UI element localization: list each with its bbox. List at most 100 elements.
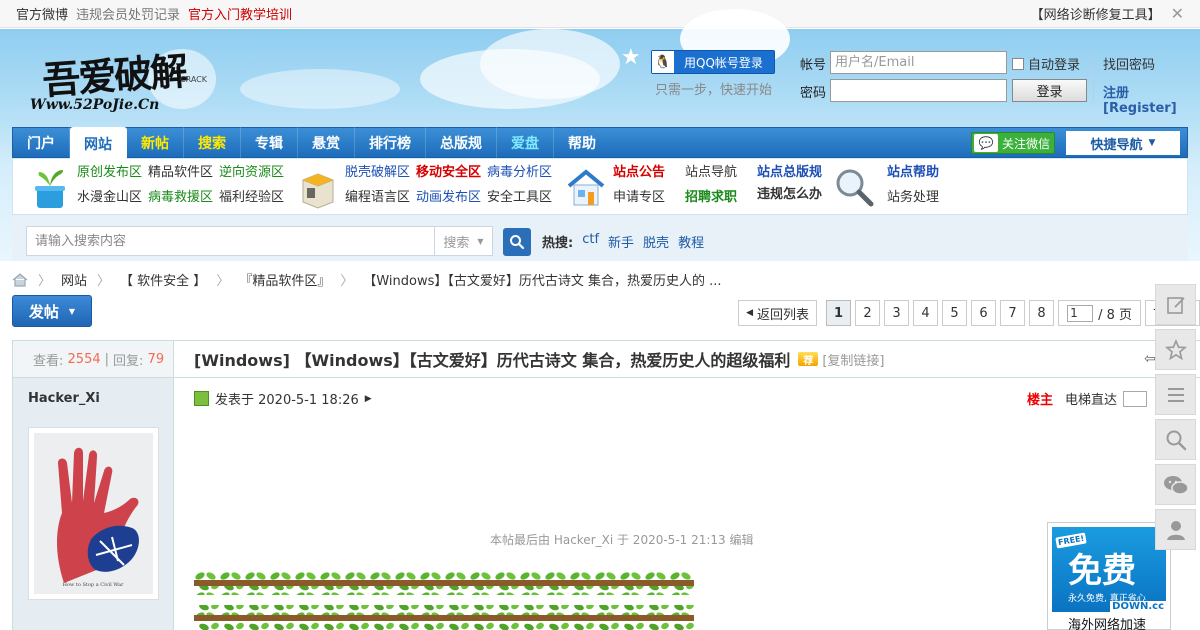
subnav-mobile-security[interactable]: 移动安全区 (416, 164, 481, 185)
subnav-jobs[interactable]: 招聘求职 (685, 189, 737, 210)
nav-aipan[interactable]: 爱盘 (497, 127, 554, 158)
subnav-site-rules[interactable]: 站点总版规 (757, 164, 822, 182)
new-post-button[interactable]: 发帖 ▼ (12, 295, 92, 327)
top-bar: 官方微博 违规会员处罚记录 官方入门教学培训 【网络诊断修复工具】 ✕ (0, 0, 1200, 28)
page-link[interactable]: 7 (1000, 300, 1026, 326)
top-links: 官方微博 违规会员处罚记录 官方入门教学培训 (16, 4, 292, 23)
close-icon[interactable]: ✕ (1171, 4, 1184, 23)
home-icon[interactable] (12, 272, 28, 287)
search-icon[interactable] (1155, 419, 1196, 460)
nav-albums[interactable]: 专辑 (241, 127, 298, 158)
hot-search-term[interactable]: 教程 (678, 232, 704, 251)
page-link[interactable]: 3 (884, 300, 910, 326)
subnav-original[interactable]: 原创发布区 (77, 164, 142, 185)
checkbox-box[interactable] (1012, 57, 1024, 70)
star-icon[interactable] (1155, 329, 1196, 370)
avatar[interactable]: How to Stop a Civil War (28, 427, 159, 600)
top-link-violations[interactable]: 违规会员处罚记录 (76, 4, 180, 23)
breadcrumb-item[interactable]: 【 软件安全 】 (120, 270, 206, 289)
arrow-left-icon[interactable]: ⇦ (1144, 351, 1156, 367)
search-input[interactable] (27, 227, 434, 255)
breadcrumb-item[interactable]: 【Windows】【古文爱好】历代古诗文 集合，热爱历史人的 ... (363, 270, 721, 289)
floor-jump-input[interactable] (1123, 390, 1148, 407)
follow-wechat-label: 关注微信 (1002, 136, 1051, 151)
pagination: ◀ 返回列表 1 2 3 4 5 6 7 8 1 / 8 页 下一页 (738, 300, 1200, 326)
top-link-weibo[interactable]: 官方微博 (16, 4, 68, 23)
follow-wechat-button[interactable]: 💬 关注微信 (971, 132, 1055, 154)
subnav-unpack[interactable]: 脱壳破解区 (345, 164, 410, 185)
page-link[interactable]: 2 (855, 300, 881, 326)
find-password-link[interactable]: 找回密码 (1103, 54, 1155, 73)
avatar-image: How to Stop a Civil War (34, 433, 153, 594)
nav-forum[interactable]: 网站 (70, 127, 127, 160)
page-link[interactable]: 8 (1029, 300, 1055, 326)
hot-search-term[interactable]: 脱壳 (643, 232, 669, 251)
network-repair-link[interactable]: 【网络诊断修复工具】 (1031, 4, 1161, 23)
search-box: 搜索 ▼ (26, 226, 493, 256)
wechat-icon: 💬 (974, 134, 998, 152)
subnav-chat[interactable]: 水漫金山区 (77, 189, 142, 210)
author-name[interactable]: Hacker_Xi (13, 378, 173, 406)
breadcrumb-item[interactable]: 网站 (61, 270, 87, 289)
subnav-programming[interactable]: 编程语言区 (345, 189, 410, 210)
ad-image: FREE! 免费 永久免费, 真正省心 DOWN.cc (1052, 527, 1166, 612)
nav-help[interactable]: 帮助 (554, 127, 610, 158)
nav-portal[interactable]: 门户 (13, 127, 70, 158)
qq-login-button[interactable]: 🐧 用QQ帐号登录 (651, 50, 775, 74)
wechat-icon[interactable] (1155, 464, 1196, 505)
ad-headline: 免费 (1068, 551, 1136, 591)
auto-login-checkbox[interactable]: 自动登录 (1012, 54, 1080, 73)
user-icon[interactable] (1155, 509, 1196, 550)
hot-search-term[interactable]: 新手 (608, 232, 634, 251)
page-link[interactable]: 4 (913, 300, 939, 326)
quick-nav-dropdown[interactable]: 快捷导航 ▼ (1066, 131, 1180, 155)
subnav-announcements[interactable]: 站点公告 (613, 164, 665, 185)
nav-new-posts[interactable]: 新帖 (127, 127, 184, 158)
account-input[interactable] (830, 51, 1007, 74)
nav-search[interactable]: 搜索 (184, 127, 241, 158)
logo-text: 吾爱破解 (40, 48, 188, 103)
password-input[interactable] (830, 79, 1007, 102)
subnav-violations[interactable]: 违规怎么办 (757, 186, 822, 204)
site-logo[interactable]: 吾爱破解 CRACK Www.52PoJie.Cn (30, 45, 230, 125)
nav-rules[interactable]: 总版规 (426, 127, 497, 158)
subnav-animation[interactable]: 动画发布区 (416, 189, 481, 210)
subnav-site-affairs[interactable]: 站务处理 (887, 189, 939, 210)
subnav-site-nav[interactable]: 站点导航 (685, 164, 737, 185)
subnav-welfare[interactable]: 福利经验区 (219, 189, 284, 210)
ad-brand: DOWN.cc (1110, 601, 1166, 612)
subnav-software[interactable]: 精品软件区 (148, 164, 213, 185)
page-link[interactable]: 6 (971, 300, 997, 326)
auto-login-label: 自动登录 (1028, 58, 1081, 73)
back-to-list-button[interactable]: ◀ 返回列表 (738, 300, 818, 326)
subnav-virus-analysis[interactable]: 病毒分析区 (487, 164, 552, 185)
copy-link-button[interactable]: [复制链接] (822, 350, 884, 369)
hot-searches: 热搜: ctf 新手 脱壳 教程 (542, 232, 704, 251)
play-icon[interactable]: ▶ (365, 394, 372, 404)
thread-stats: 查看: 2554 | 回复: 79 (13, 341, 173, 378)
register-link[interactable]: 注册[Register] (1103, 82, 1200, 116)
page-link[interactable]: 5 (942, 300, 968, 326)
forum-subnav: 原创发布区 精品软件区 逆向资源区 水漫金山区 病毒救援区 福利经验区 脱壳破解… (12, 159, 1188, 215)
login-button[interactable]: 登录 (1012, 79, 1087, 102)
breadcrumb: 〉 网站 〉 【 软件安全 】 〉 『精品软件区』 〉 【Windows】【古文… (12, 270, 722, 289)
top-link-training[interactable]: 官方入门教学培训 (188, 4, 292, 23)
back-to-list-label: 返回列表 (757, 307, 810, 323)
subnav-virus-rescue[interactable]: 病毒救援区 (148, 189, 213, 210)
subnav-site-help[interactable]: 站点帮助 (887, 164, 939, 185)
search-type-select[interactable]: 搜索 ▼ (434, 227, 492, 255)
subnav-security-tools[interactable]: 安全工具区 (487, 189, 552, 210)
nav-bounty[interactable]: 悬赏 (298, 127, 355, 158)
hot-search-term[interactable]: ctf (582, 232, 599, 251)
subnav-reverse[interactable]: 逆向资源区 (219, 164, 284, 185)
page-jump-input[interactable]: 1 (1067, 304, 1094, 322)
ad-banner[interactable]: FREE! 免费 永久免费, 真正省心 DOWN.cc 海外网络加速 (1047, 522, 1171, 630)
nav-ranking[interactable]: 排行榜 (355, 127, 426, 158)
edit-icon[interactable] (1155, 284, 1196, 325)
chevron-down-icon: ▼ (1148, 138, 1156, 148)
page-link-current[interactable]: 1 (826, 300, 852, 326)
menu-icon[interactable] (1155, 374, 1196, 415)
search-button[interactable] (503, 228, 531, 256)
breadcrumb-item[interactable]: 『精品软件区』 (239, 270, 330, 289)
subnav-applications[interactable]: 申请专区 (613, 189, 665, 210)
